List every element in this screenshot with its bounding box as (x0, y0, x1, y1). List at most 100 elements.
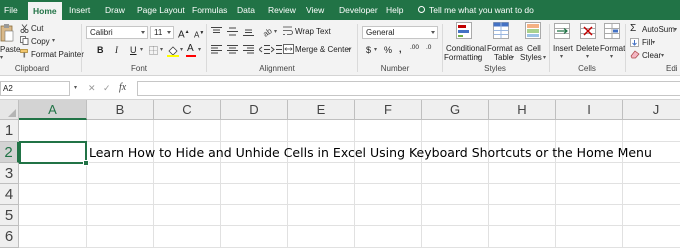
autosum-button[interactable]: AutoSum (642, 25, 675, 34)
tab-draw[interactable]: Draw (105, 0, 125, 20)
active-cell-a2[interactable] (19, 141, 87, 164)
row-header-4[interactable]: 4 (0, 184, 19, 205)
increase-decimal-button[interactable]: .00 (410, 44, 419, 51)
decrease-indent-icon[interactable] (259, 45, 270, 54)
fill-dropdown-icon[interactable]: ▾ (652, 39, 655, 46)
name-box[interactable]: A2 (0, 81, 70, 96)
tab-review[interactable]: Review (268, 0, 296, 20)
paste-button[interactable]: Paste (0, 45, 20, 54)
bottom-align-icon[interactable] (243, 27, 254, 36)
insert-cells-button[interactable]: Insert (553, 44, 573, 53)
column-header-b[interactable]: B (87, 100, 154, 120)
borders-icon[interactable] (149, 46, 159, 56)
delete-dropdown-icon[interactable]: ▾ (586, 53, 589, 60)
cancel-entry-icon[interactable]: ✕ (88, 83, 96, 94)
currency-button[interactable]: $ (366, 44, 371, 56)
clear-button[interactable]: Clear (642, 51, 661, 60)
formula-input[interactable] (137, 81, 680, 96)
row-header-5[interactable]: 5 (0, 205, 19, 226)
underline-dropdown-icon[interactable]: ▾ (140, 46, 143, 53)
orientation-icon[interactable]: ab (262, 25, 274, 37)
row-header-6[interactable]: 6 (0, 226, 19, 248)
orientation-dropdown-icon[interactable]: ▾ (274, 28, 277, 35)
format-as-table-line1[interactable]: Format as (487, 44, 523, 53)
underline-button[interactable]: U (130, 44, 137, 56)
top-align-icon[interactable] (211, 27, 222, 36)
font-size-select[interactable]: 11 (150, 26, 174, 39)
tab-formulas[interactable]: Formulas (192, 0, 227, 20)
comma-button[interactable]: , (399, 43, 402, 55)
format-as-table-dropdown-icon[interactable]: ▾ (511, 54, 514, 61)
row-header-2[interactable]: 2 (0, 142, 19, 163)
column-header-j[interactable]: J (623, 100, 680, 120)
tab-home[interactable]: Home (28, 2, 62, 20)
format-cells-button[interactable]: Format (600, 44, 625, 53)
column-header-d[interactable]: D (221, 100, 288, 120)
tell-me-search[interactable]: Tell me what you want to do (418, 0, 534, 20)
align-left-icon[interactable] (211, 45, 222, 54)
fill-color-icon[interactable] (167, 45, 179, 57)
clear-dropdown-icon[interactable]: ▾ (661, 52, 664, 59)
cell-styles-line2[interactable]: Styles (520, 53, 542, 62)
paste-dropdown-icon[interactable]: ▾ (0, 54, 3, 61)
name-box-dropdown-icon[interactable]: ▾ (74, 84, 77, 91)
font-color-button[interactable]: A (187, 43, 194, 55)
decrease-font-size-button[interactable]: A▼ (194, 27, 204, 42)
cell-b2-text[interactable]: Learn How to Hide and Unhide Cells in Ex… (89, 143, 652, 163)
align-center-icon[interactable] (227, 45, 238, 54)
cell-styles-line1[interactable]: Cell (527, 44, 541, 53)
paste-icon[interactable] (0, 23, 14, 43)
italic-button[interactable]: I (115, 44, 118, 56)
row-header-1[interactable]: 1 (0, 120, 19, 142)
middle-align-icon[interactable] (227, 27, 238, 36)
merge-dropdown-icon[interactable]: ▾ (348, 46, 351, 53)
cut-button[interactable]: Cut (31, 24, 43, 33)
borders-dropdown-icon[interactable]: ▾ (160, 46, 163, 53)
increase-font-size-button[interactable]: A▲ (178, 26, 190, 41)
column-header-c[interactable]: C (154, 100, 221, 120)
confirm-entry-icon[interactable]: ✓ (103, 83, 111, 94)
group-divider (206, 24, 207, 72)
autosum-dropdown-icon[interactable]: ▾ (674, 26, 677, 33)
format-painter-button[interactable]: Format Painter (31, 50, 84, 59)
fill-handle[interactable] (83, 160, 89, 166)
tab-view[interactable]: View (306, 0, 324, 20)
column-header-h[interactable]: H (489, 100, 556, 120)
select-all-button[interactable] (0, 100, 19, 120)
tab-file[interactable]: File (4, 0, 18, 20)
percent-button[interactable]: % (384, 44, 392, 56)
font-color-dropdown-icon[interactable]: ▾ (198, 46, 201, 53)
column-header-i[interactable]: I (556, 100, 623, 120)
tab-data[interactable]: Data (237, 0, 255, 20)
conditional-formatting-dropdown-icon[interactable]: ▾ (477, 54, 480, 61)
fill-button[interactable]: Fill (642, 38, 652, 47)
insert-dropdown-icon[interactable]: ▾ (560, 53, 563, 60)
decrease-decimal-button[interactable]: .0 (426, 44, 431, 51)
align-right-icon[interactable] (243, 45, 254, 54)
conditional-formatting-line1[interactable]: Conditional (446, 44, 486, 53)
copy-dropdown-icon[interactable]: ▾ (52, 37, 55, 44)
column-header-g[interactable]: G (422, 100, 489, 120)
tab-help[interactable]: Help (386, 0, 403, 20)
wrap-text-button[interactable]: Wrap Text (295, 27, 331, 36)
increase-indent-icon[interactable] (271, 45, 282, 54)
cell-styles-dropdown-icon[interactable]: ▾ (543, 54, 546, 61)
currency-dropdown-icon[interactable]: ▾ (374, 46, 377, 53)
column-header-e[interactable]: E (288, 100, 355, 120)
tab-developer[interactable]: Developer (339, 0, 378, 20)
insert-function-button[interactable]: fx (119, 82, 126, 93)
fill-color-dropdown-icon[interactable]: ▾ (180, 46, 183, 53)
column-header-a[interactable]: A (19, 100, 87, 120)
merge-center-button[interactable]: Merge & Center (295, 45, 351, 54)
copy-button[interactable]: Copy (31, 37, 50, 46)
font-name-select[interactable]: Calibri (86, 26, 148, 39)
tab-page-layout[interactable]: Page Layout (137, 0, 185, 20)
format-dropdown-icon[interactable]: ▾ (610, 53, 613, 60)
tab-insert[interactable]: Insert (69, 0, 90, 20)
number-format-select[interactable]: General (362, 26, 438, 39)
row-header-3[interactable]: 3 (0, 163, 19, 184)
column-header-f[interactable]: F (355, 100, 422, 120)
delete-cells-button[interactable]: Delete (576, 44, 599, 53)
bold-button[interactable]: B (97, 44, 104, 56)
delete-cells-icon (580, 23, 596, 39)
